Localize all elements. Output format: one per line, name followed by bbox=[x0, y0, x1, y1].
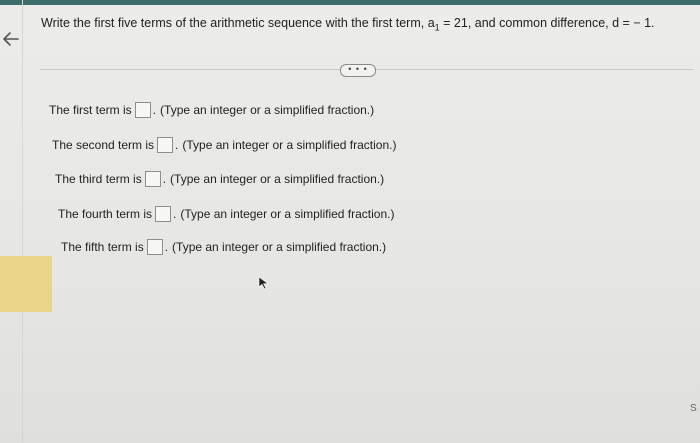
second-term-row: The second term is . (Type an integer or… bbox=[52, 137, 397, 153]
question-text: Write the first five terms of the arithm… bbox=[41, 16, 655, 33]
left-edge-tab bbox=[0, 256, 52, 312]
second-term-input[interactable] bbox=[157, 137, 174, 153]
fourth-term-input[interactable] bbox=[155, 206, 172, 222]
second-term-hint: (Type an integer or a simplified fractio… bbox=[182, 138, 397, 152]
third-term-label: The third term is bbox=[55, 172, 142, 186]
third-term-input[interactable] bbox=[144, 171, 161, 187]
third-term-hint: (Type an integer or a simplified fractio… bbox=[170, 172, 385, 186]
fourth-term-label: The fourth term is bbox=[58, 207, 153, 221]
fifth-term-hint: (Type an integer or a simplified fractio… bbox=[172, 240, 387, 254]
first-term-row: The first term is . (Type an integer or … bbox=[49, 102, 375, 118]
first-term-input[interactable] bbox=[134, 102, 151, 118]
third-term-row: The third term is . (Type an integer or … bbox=[55, 171, 385, 187]
fourth-term-hint: (Type an integer or a simplified fractio… bbox=[180, 207, 395, 221]
first-term-label: The first term is bbox=[49, 103, 132, 117]
mouse-pointer-icon bbox=[258, 276, 270, 290]
screen: Write the first five terms of the arithm… bbox=[0, 0, 700, 443]
first-term-hint: (Type an integer or a simplified fractio… bbox=[160, 103, 375, 117]
second-term-label: The second term is bbox=[52, 138, 155, 152]
fifth-term-label: The fifth term is bbox=[61, 240, 144, 254]
fourth-term-row: The fourth term is . (Type an integer or… bbox=[58, 206, 395, 222]
corner-text: S bbox=[690, 403, 697, 414]
left-edge-line bbox=[22, 0, 23, 443]
more-options-button[interactable]: • • • bbox=[340, 64, 376, 77]
back-arrow-icon[interactable] bbox=[0, 28, 22, 50]
top-bar bbox=[0, 0, 700, 5]
fifth-term-row: The fifth term is . (Type an integer or … bbox=[61, 239, 387, 255]
fifth-term-input[interactable] bbox=[146, 239, 163, 255]
